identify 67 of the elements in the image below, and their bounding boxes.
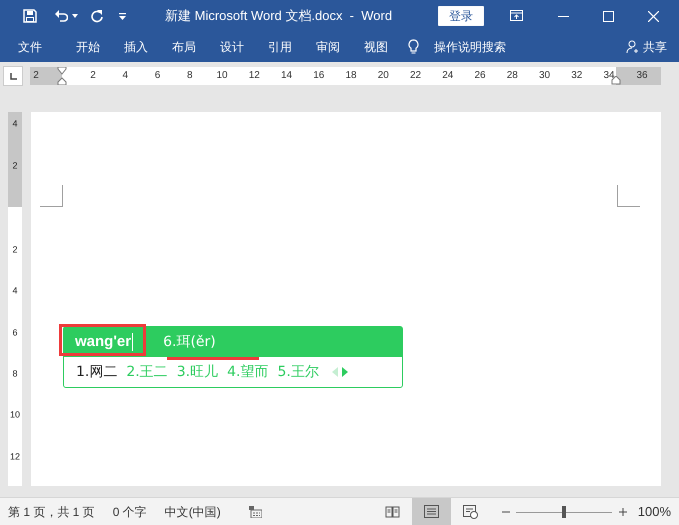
ruler-number: 30 — [538, 69, 550, 83]
ruler-number: 20 — [378, 69, 389, 83]
ruler-number: 2 — [11, 244, 18, 256]
share-button[interactable]: 共享 — [620, 38, 673, 56]
add-person-icon — [626, 40, 640, 54]
tell-me-search[interactable]: 操作说明搜索 — [434, 38, 506, 56]
ruler-number: 4 — [11, 118, 18, 130]
ribbon-tab[interactable]: 插入 — [112, 38, 160, 56]
ime-candidate[interactable]: 1.网二 — [76, 362, 118, 382]
ribbon-tab[interactable]: 审阅 — [304, 38, 352, 56]
ruler-number: 6 — [11, 327, 18, 338]
tab-stop-icon — [10, 72, 16, 80]
ruler-number: 4 — [11, 286, 18, 297]
indent-marker[interactable] — [57, 67, 67, 85]
ribbon-tab[interactable]: 布局 — [160, 38, 208, 56]
ruler-number: 12 — [248, 69, 260, 83]
customize-icon[interactable] — [119, 12, 126, 20]
ruler-number: 26 — [474, 69, 486, 83]
zoom-percentage[interactable]: 100% — [638, 502, 671, 522]
save-icon[interactable] — [23, 9, 37, 23]
ribbon-tab[interactable]: 视图 — [352, 38, 400, 56]
ribbon-tab[interactable]: 设计 — [208, 38, 256, 56]
ruler-number: 34 — [603, 69, 615, 83]
ruler-number: 4 — [122, 69, 128, 83]
macro-icon[interactable] — [248, 506, 262, 518]
ruler-number: 8 — [186, 69, 193, 83]
caret-icon[interactable] — [72, 14, 78, 18]
candidate-hint: 6.珥(ěr) — [163, 332, 216, 352]
ruler-number: 36 — [636, 69, 648, 83]
ruler-number: 2 — [11, 160, 18, 172]
ruler-number: 12 — [8, 451, 21, 462]
word-count[interactable]: 0 个字 — [112, 502, 147, 520]
close-icon[interactable] — [648, 11, 659, 22]
margin-corner-mark — [40, 185, 63, 207]
composition-text: wang'er — [75, 333, 134, 351]
ribbon-tab[interactable]: 引用 — [256, 38, 304, 56]
print-layout-icon[interactable] — [412, 498, 451, 525]
lightbulb-icon[interactable] — [408, 39, 419, 55]
maximize-icon[interactable] — [603, 11, 614, 22]
redo-icon[interactable] — [90, 9, 104, 23]
ribbon-tab[interactable]: 开始 — [64, 38, 112, 56]
ruler-number: 32 — [571, 69, 582, 83]
ruler-number: 2 — [90, 69, 96, 83]
zoom-in-icon[interactable] — [618, 508, 627, 516]
ruler-number: 10 — [216, 69, 228, 83]
window-title: 新建 Microsoft Word 文档.docx - Word — [165, 7, 392, 26]
ruler-number: 16 — [313, 69, 324, 83]
undo-icon[interactable] — [54, 9, 68, 23]
ruler-number: 10 — [8, 410, 21, 421]
ruler-number: 8 — [11, 368, 18, 380]
ruler-number: 24 — [442, 69, 454, 83]
ruler-number: 18 — [345, 69, 357, 83]
ruler-number: 22 — [410, 69, 422, 83]
ruler-number: 14 — [280, 69, 292, 83]
tab-selector[interactable] — [3, 66, 23, 86]
margin-corner-mark — [617, 185, 640, 207]
zoom-slider[interactable] — [516, 504, 612, 518]
ribbon-tab[interactable]: 文件 — [6, 38, 54, 56]
slider-thumb[interactable] — [562, 506, 566, 518]
ruler-margin — [616, 67, 661, 85]
ribbon-display-icon[interactable] — [510, 10, 523, 21]
ruler-number: 2 — [33, 69, 39, 83]
login-button[interactable]: 登录 — [438, 6, 484, 26]
ruler-number: 6 — [154, 69, 160, 83]
ruler-number: 28 — [506, 69, 518, 83]
page-count[interactable]: 第 1 页，共 1 页 — [8, 502, 95, 520]
language-indicator[interactable]: 中文(中国) — [164, 502, 221, 520]
